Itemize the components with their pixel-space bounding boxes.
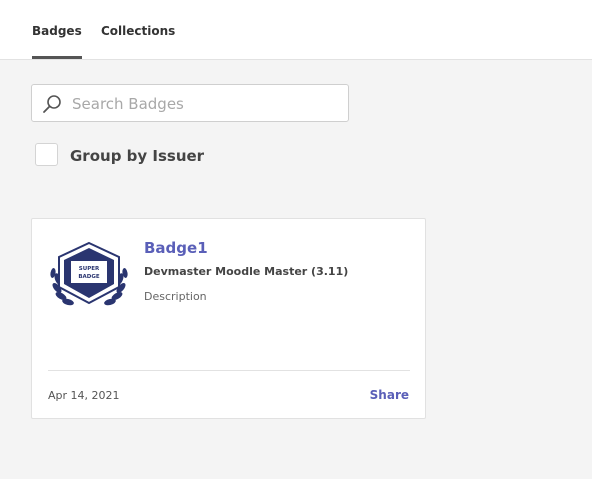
search-box <box>31 84 349 122</box>
top-navigation: Badges Collections <box>0 0 592 60</box>
badge-card: SUPER BADGE Badge1 Devmaster Moodle Mast… <box>31 218 426 419</box>
tab-badges[interactable]: Badges <box>32 24 82 59</box>
badge-name-link[interactable]: Badge1 <box>144 239 208 257</box>
search-input[interactable] <box>70 92 334 116</box>
badge-issuer: Devmaster Moodle Master (3.11) <box>144 265 349 278</box>
badge-image-line2: BADGE <box>78 274 100 280</box>
group-by-issuer-label: Group by Issuer <box>70 147 205 165</box>
search-icon <box>41 93 63 115</box>
share-link[interactable]: Share <box>370 388 409 402</box>
tab-collections[interactable]: Collections <box>101 24 175 38</box>
group-by-issuer-checkbox[interactable] <box>35 143 58 166</box>
badge-date: Apr 14, 2021 <box>48 389 120 402</box>
badge-description: Description <box>144 290 207 303</box>
badge-image-line1: SUPER <box>79 266 100 272</box>
card-divider <box>48 370 410 371</box>
badge-image[interactable]: SUPER BADGE <box>49 241 129 309</box>
